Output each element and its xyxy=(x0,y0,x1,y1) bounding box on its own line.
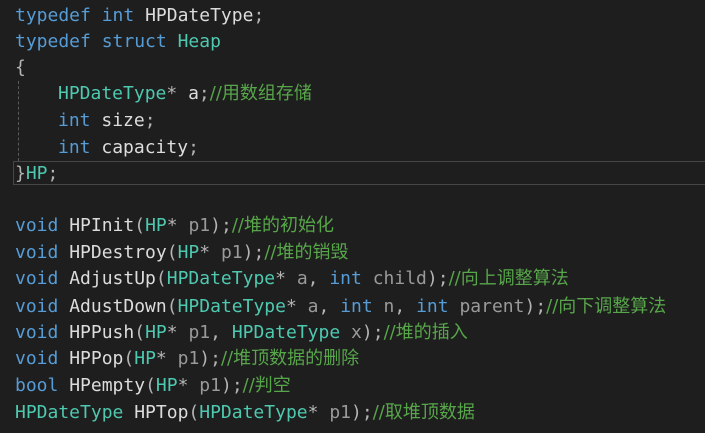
comment: //堆的销毁 xyxy=(264,242,349,263)
keyword: int xyxy=(58,110,91,131)
parameter: p1 xyxy=(177,348,200,369)
code-editor[interactable]: typedef int HPDateType; typedef struct H… xyxy=(0,0,705,433)
comment: //堆的初始化 xyxy=(231,215,334,236)
parameter: p1 xyxy=(188,322,211,343)
parameter: n xyxy=(383,296,395,317)
keyword: bool xyxy=(15,375,59,396)
identifier: HPDateType xyxy=(145,5,254,26)
code-line-12[interactable]: void AdustDown(HPDateType* a, int n, int… xyxy=(15,294,666,320)
comment: //用数组存储 xyxy=(209,83,312,104)
comment: //堆顶数据的删除 xyxy=(220,348,360,369)
keyword: void xyxy=(15,242,59,263)
identifier: capacity xyxy=(101,137,189,158)
punctuation: } xyxy=(15,163,26,184)
code-line-13[interactable]: void HPPush(HP* p1, HPDateType x);//堆的插入 xyxy=(15,320,468,346)
type-name: HP xyxy=(25,163,48,184)
punctuation: ; xyxy=(144,110,156,131)
type-name: Heap xyxy=(177,31,221,52)
function-name: HPPush xyxy=(69,322,135,343)
type-name: HP xyxy=(134,348,156,369)
code-line-16[interactable]: HPDateType HPTop(HPDateType* p1);//取堆顶数据 xyxy=(15,400,475,426)
code-line-2[interactable]: typedef struct Heap xyxy=(15,29,221,55)
type-name: HPDateType xyxy=(177,296,286,317)
keyword: int xyxy=(58,137,91,158)
type-name: HPDateType xyxy=(231,322,341,343)
type-name: HPDateType xyxy=(15,402,124,423)
keyword: void xyxy=(15,296,59,317)
punctuation: ; xyxy=(198,83,210,104)
function-name: HPPop xyxy=(69,348,124,369)
function-name: HPDestroy xyxy=(69,242,167,263)
parameter: a xyxy=(296,268,308,289)
code-line-6[interactable]: int capacity; xyxy=(15,135,199,161)
current-line-highlight xyxy=(13,161,705,185)
parameter: p1 xyxy=(329,402,351,423)
keyword: int xyxy=(340,296,373,317)
code-line-10[interactable]: void HPDestroy(HP* p1);//堆的销毁 xyxy=(15,240,348,266)
comment: //判空 xyxy=(242,375,291,396)
code-line-5[interactable]: int size; xyxy=(15,108,156,134)
type-name: HPDateType xyxy=(166,268,276,289)
type-name: HP xyxy=(145,322,167,343)
code-line-11[interactable]: void AdjustUp(HPDateType* a, int child);… xyxy=(15,266,569,292)
type-name: HPDateType xyxy=(58,83,167,104)
comment: //堆的插入 xyxy=(383,322,468,343)
code-line-4[interactable]: HPDateType* a;//用数组存储 xyxy=(15,81,312,107)
parameter: a xyxy=(307,296,319,317)
code-line-9[interactable]: void HPInit(HP* p1);//堆的初始化 xyxy=(15,213,334,239)
keyword: typedef xyxy=(15,31,91,52)
type-name: HPDateType xyxy=(199,402,308,423)
keyword: typedef xyxy=(15,5,91,26)
parameter: p1 xyxy=(220,242,243,263)
type-name: HP xyxy=(155,375,178,396)
keyword: struct xyxy=(101,31,167,52)
function-name: HPTop xyxy=(134,402,189,423)
parameter: child xyxy=(372,268,427,289)
function-name: HPempty xyxy=(69,375,146,396)
keyword: int xyxy=(329,268,362,289)
punctuation: ; xyxy=(253,5,265,26)
type-name: HP xyxy=(177,242,200,263)
function-name: HPInit xyxy=(69,215,135,236)
identifier: size xyxy=(101,110,145,131)
code-line-1[interactable]: typedef int HPDateType; xyxy=(15,3,264,29)
keyword: int xyxy=(416,296,449,317)
punctuation: ; xyxy=(47,163,59,184)
comment: //取堆顶数据 xyxy=(372,402,475,423)
comment: //向下调整算法 xyxy=(546,296,667,317)
parameter: p1 xyxy=(188,215,211,236)
keyword: void xyxy=(15,215,59,236)
parameter: p1 xyxy=(199,375,221,396)
punctuation: * xyxy=(166,83,178,104)
keyword: void xyxy=(15,348,59,369)
keyword: int xyxy=(101,5,135,26)
keyword: void xyxy=(15,322,59,343)
function-name: AdustDown xyxy=(69,296,167,317)
parameter: x xyxy=(351,322,362,343)
code-line-3[interactable]: { xyxy=(15,55,26,81)
code-line-7[interactable]: }HP; xyxy=(15,161,58,187)
keyword: void xyxy=(15,268,59,289)
code-line-15[interactable]: bool HPempty(HP* p1);//判空 xyxy=(15,373,291,399)
function-name: AdjustUp xyxy=(69,268,156,289)
comment: //向上调整算法 xyxy=(448,268,569,289)
type-name: HP xyxy=(145,215,167,236)
punctuation: { xyxy=(15,57,26,78)
parameter: parent xyxy=(459,296,525,317)
identifier: a xyxy=(188,83,199,104)
code-line-14[interactable]: void HPPop(HP* p1);//堆顶数据的删除 xyxy=(15,346,359,372)
punctuation: ; xyxy=(188,137,199,158)
